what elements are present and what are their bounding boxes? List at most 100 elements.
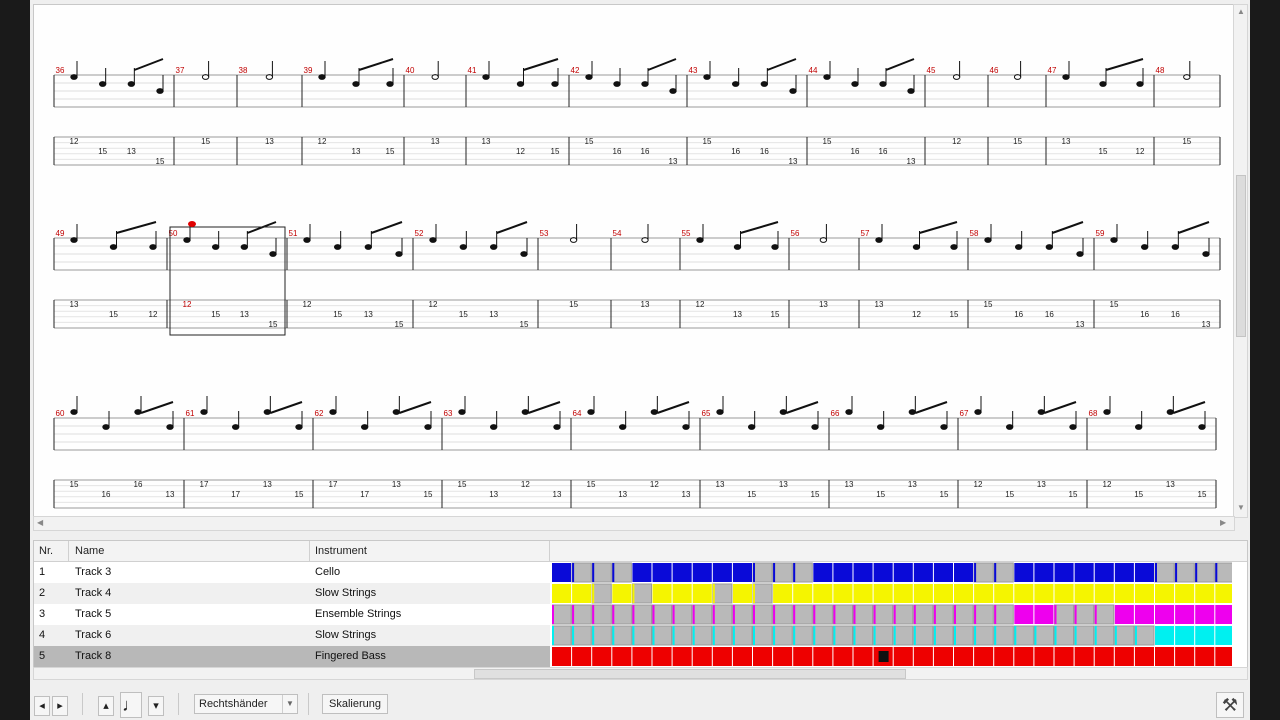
timeline-cell[interactable] [933,604,954,625]
timeline-cell[interactable] [631,604,653,625]
timeline-cell[interactable] [732,647,752,666]
timeline-cell[interactable] [672,625,693,646]
timeline-cell[interactable] [571,562,592,583]
timeline-cell[interactable] [692,563,712,582]
timeline-cell[interactable] [853,563,873,582]
timeline-cell[interactable] [993,562,1014,583]
timeline-cell[interactable] [1094,563,1114,582]
timeline-cell[interactable] [974,584,994,603]
timeline-cell[interactable] [792,625,813,646]
timeline-cell[interactable] [954,647,974,666]
timeline-cell[interactable] [873,563,893,582]
timeline-cell[interactable] [552,584,572,603]
tablature-score[interactable]: 36 12 15 13 15 37 15 38 13 39 12 13 15 40 13 41 13 12 15 42… [33,4,1235,518]
timeline-cell[interactable] [672,604,693,625]
timeline-cell[interactable] [853,584,873,603]
timeline-cell[interactable] [1014,563,1034,582]
timeline-cell[interactable] [1215,626,1232,645]
timeline-cell[interactable] [652,647,672,666]
timeline-cell[interactable] [652,563,672,582]
timeline-cell[interactable] [1114,647,1134,666]
timeline-cell[interactable] [953,604,974,625]
timeline-cell[interactable] [1175,584,1195,603]
down-arrow-icon[interactable]: ▾ [148,696,164,716]
timeline-cell[interactable] [933,647,953,666]
timeline-cell[interactable] [1175,605,1195,624]
timeline-cell[interactable] [1155,647,1175,666]
timeline-cell[interactable] [873,584,893,603]
timeline-cell[interactable] [1074,604,1095,625]
timeline-cell[interactable] [913,625,934,646]
timeline-cell[interactable] [712,604,733,625]
timeline-cell[interactable] [1074,625,1095,646]
timeline-cell[interactable] [632,647,652,666]
timeline-cell[interactable] [1175,647,1195,666]
timeline-cell[interactable] [833,647,853,666]
timeline-cell[interactable] [631,583,653,604]
timeline-cell[interactable] [572,647,592,666]
timeline-cell[interactable] [1215,605,1232,624]
timeline-cell[interactable] [591,562,612,583]
timeline-cell[interactable] [873,625,894,646]
timeline-cell[interactable] [974,647,994,666]
timeline-cell[interactable] [1014,584,1034,603]
timeline-cell[interactable] [893,625,914,646]
timeline-cell[interactable] [552,604,572,625]
timeline-cell[interactable] [913,647,933,666]
timeline-cell[interactable] [893,563,913,582]
timeline-cell[interactable] [1134,625,1155,646]
timeline-cell[interactable] [994,584,1014,603]
hammer-icon[interactable]: ⚒ [1216,692,1244,718]
timeline-cell[interactable] [1194,562,1215,583]
scale-button[interactable]: Skalierung [322,694,388,714]
timeline-cell[interactable] [752,583,773,604]
timeline-cell[interactable] [1114,584,1134,603]
timeline-cell[interactable] [873,604,894,625]
timeline-cell[interactable] [1094,584,1114,603]
timeline-cell[interactable] [853,625,874,646]
timeline-cell[interactable] [692,625,713,646]
timeline-cell[interactable] [933,625,954,646]
timeline-cell[interactable] [712,563,732,582]
timeline-cell[interactable] [832,604,853,625]
timeline-cell[interactable] [954,584,974,603]
timeline-cell[interactable] [652,625,673,646]
timeline-cell[interactable] [1195,647,1215,666]
track-row[interactable]: 4 Track 6 Slow Strings [34,625,550,646]
timeline-cell[interactable] [591,604,612,625]
timeline-cell[interactable] [913,563,933,582]
timeline-cell[interactable] [973,604,994,625]
timeline-cell[interactable] [993,604,1014,625]
timeline-cell[interactable] [772,562,793,583]
timeline-cell[interactable] [893,647,913,666]
timeline-cell[interactable] [732,625,753,646]
timeline-cell[interactable] [571,604,592,625]
timeline-cell[interactable] [1094,604,1115,625]
timeline-cell[interactable] [1013,625,1034,646]
timeline-cell[interactable] [1154,562,1175,583]
score-canvas[interactable]: 36 12 15 13 15 37 15 38 13 39 12 13 15 40 13 41 13 12 15 42… [34,5,1234,517]
timeline-cell[interactable] [1094,625,1115,646]
timeline-cell[interactable] [572,584,592,603]
timeline-cell[interactable] [1074,563,1094,582]
timeline-cell[interactable] [1114,625,1135,646]
timeline-cell[interactable] [611,625,632,646]
horizontal-scrollbar[interactable]: ◀ ▶ [33,516,1235,531]
timeline-cell[interactable] [772,604,793,625]
timeline-cell[interactable] [1155,605,1175,624]
timeline-cell[interactable] [1215,584,1232,603]
timeline-cell[interactable] [752,625,773,646]
timeline-cell[interactable] [1195,584,1215,603]
timeline-cell[interactable] [1034,647,1054,666]
track-row[interactable]: 2 Track 4 Slow Strings [34,583,550,604]
timeline-cell[interactable] [813,584,833,603]
timeline-cell[interactable] [1014,647,1034,666]
timeline-cell[interactable] [1215,647,1232,666]
timeline-cell[interactable] [1134,563,1154,582]
timeline-cell[interactable] [712,647,732,666]
timeline-cell[interactable] [913,584,933,603]
vertical-scroll-thumb[interactable] [1236,175,1246,337]
timeline-cell[interactable] [1054,625,1075,646]
timeline-cell[interactable] [773,647,793,666]
timeline-cell[interactable] [792,604,813,625]
